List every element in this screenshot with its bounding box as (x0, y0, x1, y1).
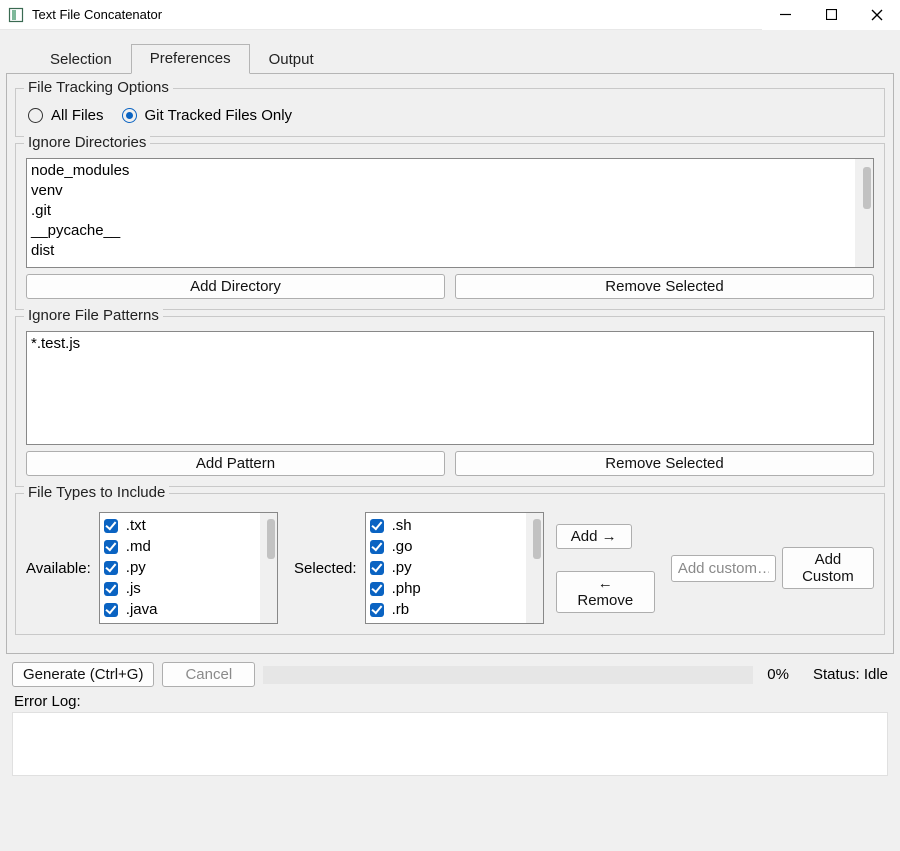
radio-git-tracked[interactable]: Git Tracked Files Only (122, 107, 293, 124)
list-item[interactable]: .txt (104, 515, 273, 536)
list-item[interactable]: .git (31, 201, 869, 221)
group-legend: File Types to Include (24, 484, 169, 501)
radio-label: Git Tracked Files Only (145, 107, 293, 124)
add-directory-button[interactable]: Add Directory (26, 274, 445, 299)
list-item[interactable]: .java (104, 599, 273, 620)
titlebar: Text File Concatenator (0, 0, 900, 30)
checkbox-icon[interactable] (370, 603, 384, 617)
remove-type-button[interactable]: ← Remove (556, 571, 655, 613)
tab-preferences[interactable]: Preferences (131, 44, 250, 74)
checkbox-icon[interactable] (370, 582, 384, 596)
custom-type-input[interactable] (671, 555, 776, 582)
checkbox-icon[interactable] (104, 603, 118, 617)
add-type-button[interactable]: Add → (556, 524, 632, 549)
list-item[interactable]: .md (104, 536, 273, 557)
status-label: Status: Idle (803, 666, 888, 683)
scroll-thumb[interactable] (267, 519, 275, 559)
remove-pattern-button[interactable]: Remove Selected (455, 451, 874, 476)
minimize-button[interactable] (762, 0, 808, 30)
list-item[interactable]: node_modules (31, 161, 869, 181)
list-item[interactable]: .py (104, 557, 273, 578)
list-item[interactable]: venv (31, 181, 869, 201)
cancel-button[interactable]: Cancel (162, 662, 255, 687)
error-log[interactable] (12, 712, 888, 776)
remove-directory-button[interactable]: Remove Selected (455, 274, 874, 299)
add-pattern-button[interactable]: Add Pattern (26, 451, 445, 476)
maximize-button[interactable] (808, 0, 854, 30)
tabstrip: Selection Preferences Output (6, 44, 894, 73)
list-item[interactable]: __pycache__ (31, 221, 869, 241)
ignore-directories-list[interactable]: node_modules venv .git __pycache__ dist (26, 158, 874, 268)
group-ignore-patterns: Ignore File Patterns *.test.js Add Patte… (15, 316, 885, 487)
progress-bar (263, 666, 753, 684)
list-item[interactable]: .js (104, 578, 273, 599)
list-item[interactable]: .py (370, 557, 539, 578)
selected-types-list[interactable]: .sh .go .py .php .rb (365, 512, 544, 624)
checkbox-icon[interactable] (370, 561, 384, 575)
group-legend: Ignore File Patterns (24, 307, 163, 324)
checkbox-icon[interactable] (104, 540, 118, 554)
list-item[interactable]: .php (370, 578, 539, 599)
scroll-thumb[interactable] (533, 519, 541, 559)
error-log-label: Error Log: (6, 689, 894, 712)
tabpanel-preferences: File Tracking Options All Files Git Trac… (6, 73, 894, 654)
list-item[interactable]: .rb (370, 599, 539, 620)
available-label: Available: (26, 560, 93, 577)
radio-all-files[interactable]: All Files (28, 107, 104, 124)
tab-selection[interactable]: Selection (31, 45, 131, 74)
list-item[interactable]: dist (31, 241, 869, 261)
scrollbar[interactable] (260, 513, 277, 623)
progress-percent: 0% (761, 666, 795, 683)
list-item[interactable]: *.test.js (31, 334, 869, 354)
group-ignore-directories: Ignore Directories node_modules venv .gi… (15, 143, 885, 310)
close-button[interactable] (854, 0, 900, 30)
checkbox-icon[interactable] (104, 582, 118, 596)
footer-actions: Generate (Ctrl+G) Cancel 0% Status: Idle (6, 654, 894, 689)
ignore-patterns-list[interactable]: *.test.js (26, 331, 874, 445)
app-icon (8, 7, 24, 23)
add-custom-button[interactable]: Add Custom (782, 547, 874, 589)
checkbox-icon[interactable] (104, 519, 118, 533)
tab-output[interactable]: Output (250, 45, 333, 74)
checkbox-icon[interactable] (370, 519, 384, 533)
group-legend: File Tracking Options (24, 79, 173, 96)
list-item[interactable]: .go (370, 536, 539, 557)
selected-label: Selected: (294, 560, 359, 577)
group-legend: Ignore Directories (24, 134, 150, 151)
window-title: Text File Concatenator (32, 7, 162, 22)
group-file-tracking: File Tracking Options All Files Git Trac… (15, 88, 885, 137)
scrollbar[interactable] (526, 513, 543, 623)
available-types-list[interactable]: .txt .md .py .js .java (99, 512, 278, 624)
checkbox-icon[interactable] (104, 561, 118, 575)
scrollbar[interactable] (855, 159, 873, 267)
generate-button[interactable]: Generate (Ctrl+G) (12, 662, 154, 687)
radio-label: All Files (51, 107, 104, 124)
checkbox-icon[interactable] (370, 540, 384, 554)
scroll-thumb[interactable] (863, 167, 871, 209)
group-file-types: File Types to Include Available: .txt .m… (15, 493, 885, 635)
list-item[interactable]: .sh (370, 515, 539, 536)
